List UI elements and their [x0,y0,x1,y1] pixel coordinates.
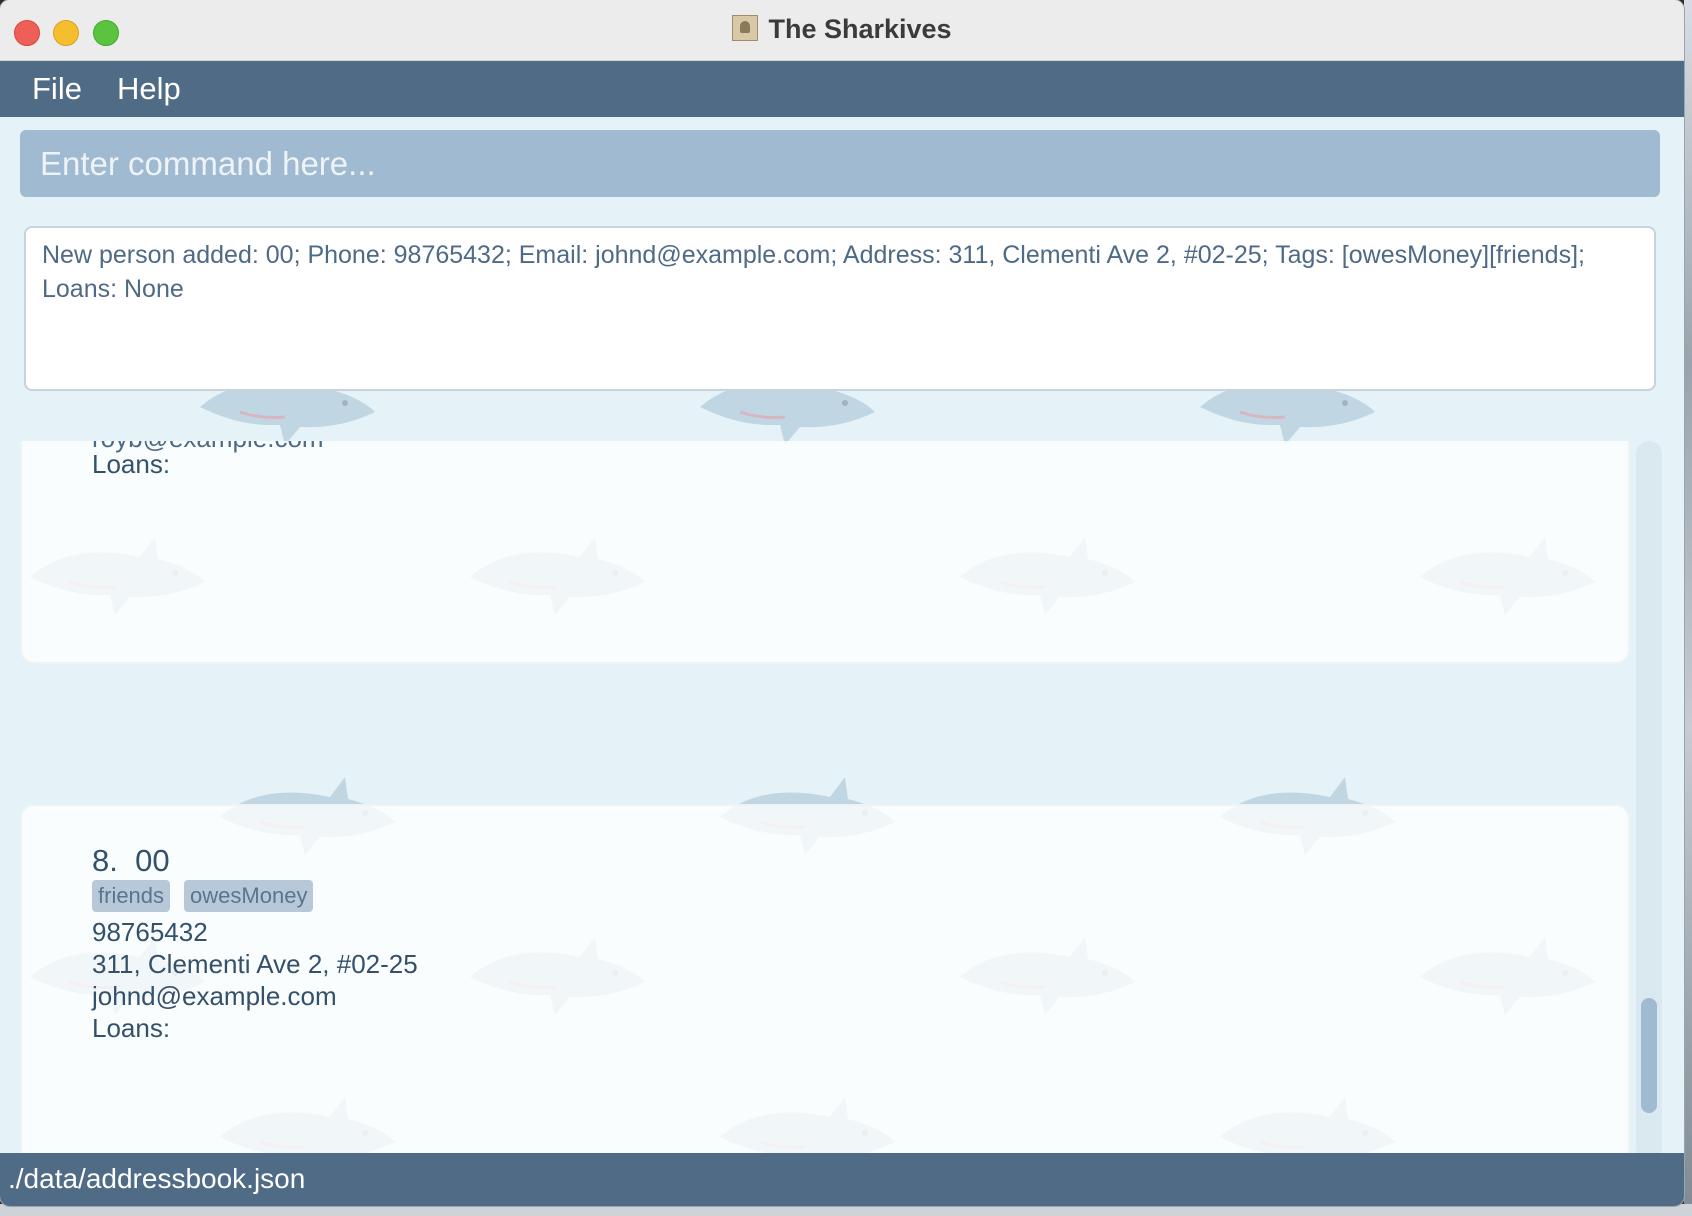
main-content: New person added: 00; Phone: 98765432; E… [0,117,1684,1153]
tag-owes-money: owesMoney [184,880,314,912]
person-phone: 98765432 [92,917,208,947]
contacts-app-icon [732,15,759,41]
person-title: 8. 00 [92,843,170,879]
menu-file[interactable]: File [32,71,82,107]
list-scrollbar-thumb[interactable] [1641,998,1657,1113]
menu-bar: File Help [0,61,1684,117]
person-loans-label: Loans: [92,1013,171,1043]
person-email: johnd@example.com [92,981,337,1011]
command-input[interactable] [20,130,1660,197]
status-bar: ./data/addressbook.json [0,1153,1684,1206]
person-address: 311, Clementi Ave 2, #02-25 [92,949,418,979]
window-title: The Sharkives [768,14,952,44]
menu-help[interactable]: Help [117,71,181,107]
tag-friends: friends [92,880,171,912]
command-box [20,130,1660,197]
result-display[interactable]: New person added: 00; Phone: 98765432; E… [24,226,1656,391]
person-card[interactable]: 8. 00 friends owesMoney 98765432 311, Cl… [20,804,1630,1153]
person-list[interactable]: royb@example.com Loans: 8. 00 friends ow… [20,441,1662,1153]
window-title-wrap: The Sharkives [0,14,1684,45]
person-index: 8. [92,843,118,878]
data-file-path: ./data/addressbook.json [8,1163,306,1194]
person-loans-label: Loans: [92,449,171,479]
person-tags: friends owesMoney [92,880,314,912]
title-bar: The Sharkives [0,0,1684,61]
desktop-background [1684,0,1692,1216]
list-scrollbar[interactable] [1636,441,1662,1153]
result-text: New person added: 00; Phone: 98765432; E… [42,241,1585,303]
app-window: The Sharkives File Help Enter command he… [0,0,1684,1206]
person-card[interactable]: royb@example.com Loans: [20,441,1630,664]
person-name: 00 [135,843,170,878]
